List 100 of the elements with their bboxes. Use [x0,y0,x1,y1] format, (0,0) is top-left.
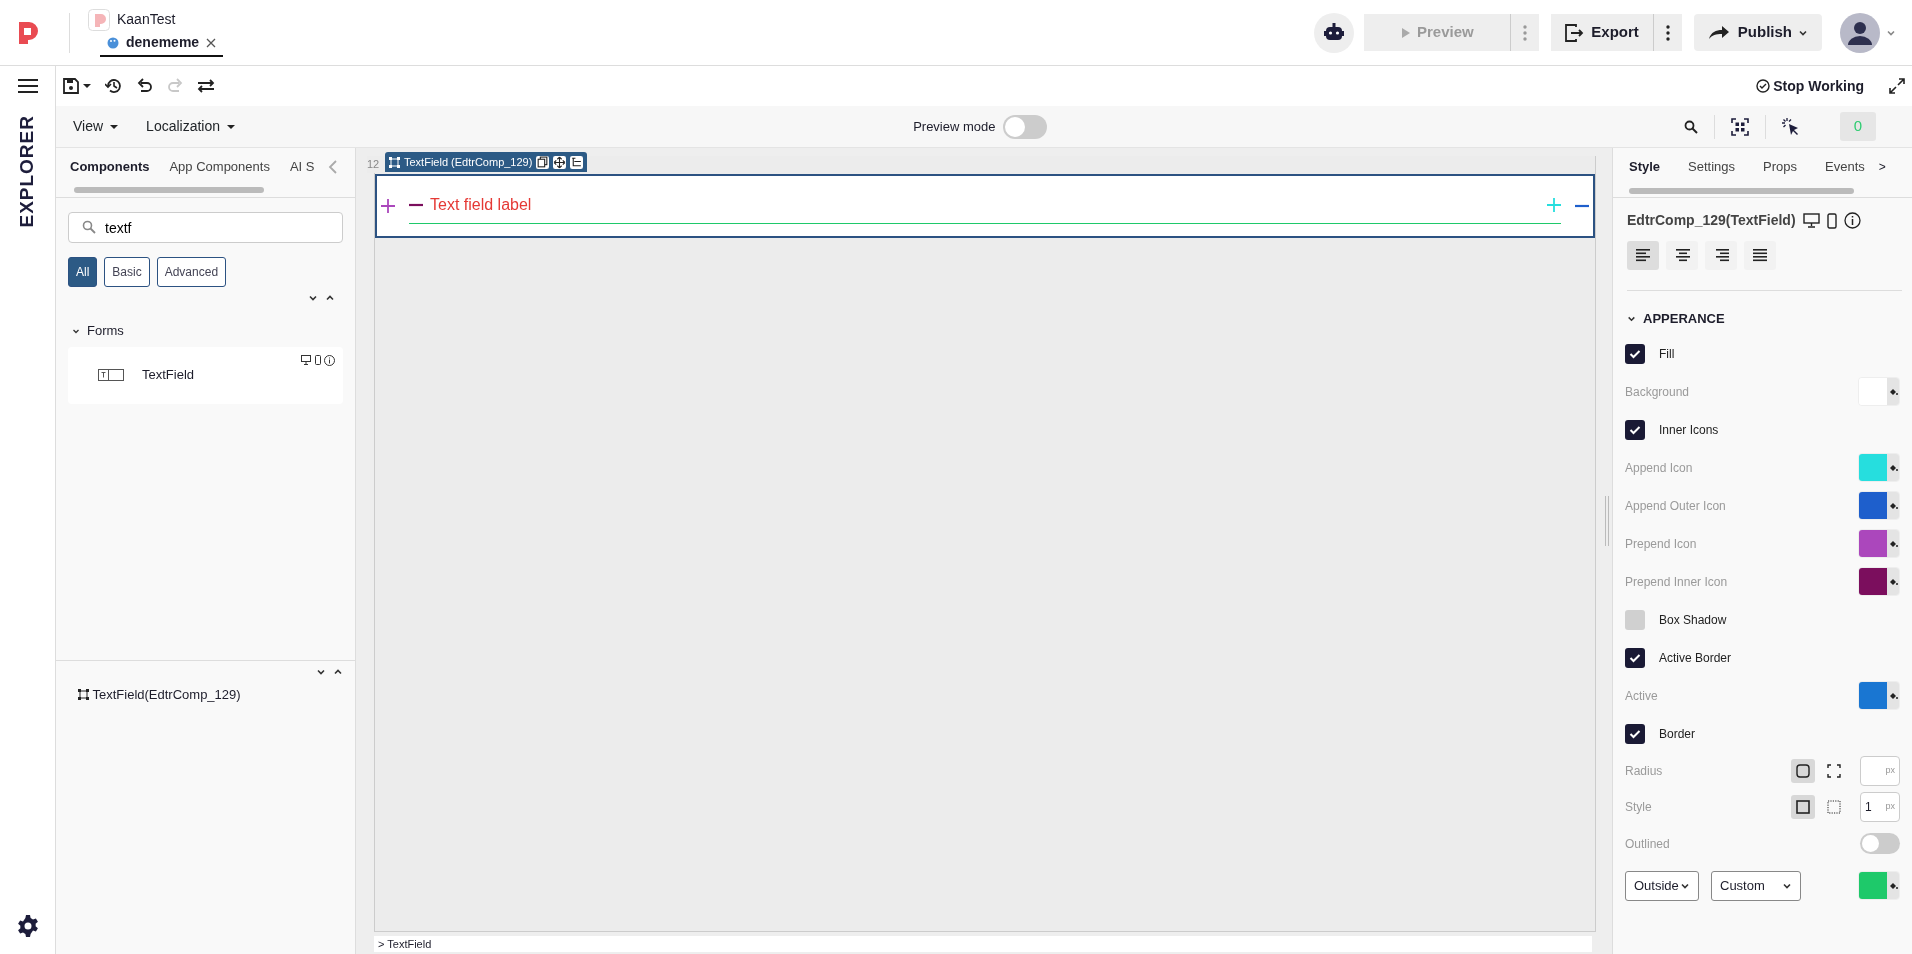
property-label: Background [1625,383,1691,401]
group-header[interactable]: Forms [72,321,343,341]
menu-button[interactable]: Localization [135,111,247,142]
checkbox[interactable] [1625,723,1645,744]
menu-button[interactable]: View [62,111,130,142]
hierarchy-icon[interactable] [570,155,584,169]
undo-icon[interactable] [136,78,153,94]
dropdown[interactable]: Outside [1625,870,1699,901]
publish-button[interactable]: Publish [1693,14,1822,51]
collapse-icon[interactable] [316,667,326,677]
tree-item[interactable]: TextField(EdtrComp_129) [78,685,355,705]
scrollbar[interactable] [1629,188,1854,194]
filter-button[interactable]: All [68,257,98,287]
item-label: TextField [142,366,195,385]
robot-icon[interactable] [1314,12,1355,53]
border-rounded-button[interactable] [1791,758,1815,783]
color-swatch[interactable] [1858,567,1900,596]
breadcrumb-path: > TextField [374,936,1592,952]
checkbox[interactable] [1625,343,1645,364]
filter-button[interactable]: Basic [104,257,150,287]
stop-working-button[interactable]: Stop Working [1754,74,1865,98]
search-icon [82,220,96,234]
checkbox[interactable] [1625,647,1645,668]
monitor-icon[interactable] [1802,213,1820,228]
align-justify-button[interactable] [1744,241,1776,270]
project-icon [88,8,110,31]
monitor-icon [301,354,311,365]
expand-up-icon[interactable] [325,293,335,303]
panel-tab[interactable]: AI S [279,157,325,177]
history-icon[interactable] [104,77,123,95]
color-swatch[interactable] [1858,453,1900,482]
panel-tab[interactable]: Props [1749,157,1812,177]
checkbox[interactable] [1625,419,1645,440]
color-swatch[interactable] [1858,681,1900,710]
scrollbar-handle[interactable] [1605,496,1609,546]
color-swatch[interactable] [1858,871,1900,900]
phone-icon[interactable] [1826,212,1837,229]
collapse-icon[interactable] [308,293,318,303]
px-input-field[interactable]: 1 px [1860,791,1900,822]
panel-tab[interactable]: App Components [159,157,280,177]
expand-icon[interactable] [1889,78,1905,94]
info-icon[interactable] [1843,212,1861,229]
file-tab[interactable]: denememe [100,30,224,57]
section-header[interactable]: APPERANCE [1627,309,1912,329]
palette-icon [107,36,119,49]
search-icon[interactable] [1683,119,1698,134]
pointer-click-icon[interactable] [1781,117,1798,136]
panel-tab[interactable]: Style [1615,157,1675,177]
color-swatch[interactable] [1858,529,1900,558]
copy-icon[interactable] [536,155,550,169]
save-icon[interactable] [63,78,79,94]
avatar-icon[interactable] [1840,12,1880,53]
property-label: Append Icon [1625,459,1694,477]
toggle-label: Preview mode [913,117,996,136]
checkbox[interactable] [1625,609,1645,630]
info-icon[interactable] [324,354,335,366]
property-label: Style [1625,798,1653,816]
color-swatch[interactable] [1858,491,1900,520]
move-icon[interactable] [553,155,567,169]
expand-up-icon[interactable] [333,667,343,677]
caret-icon [227,122,236,131]
checkbox-label: Border [1659,725,1696,743]
component-icon [389,156,400,168]
component-title: EdtrComp_129(TextField) [1627,211,1796,230]
scrollbar[interactable] [73,186,264,193]
check-icon [1629,728,1641,739]
component-item[interactable]: TextField [68,346,343,404]
filter-button[interactable]: Advanced [156,257,227,287]
chevron-icon [1627,314,1636,324]
toggle-switch[interactable] [1860,833,1900,854]
more-icon [1665,24,1670,41]
close-icon[interactable] [206,37,217,48]
panel-tab[interactable]: Components [60,157,160,177]
property-label: Append Outer Icon [1625,497,1727,515]
more-button[interactable] [1652,14,1682,51]
text-field[interactable]: Text field label [375,173,1595,238]
search-field[interactable]: textf [68,212,343,243]
preview-mode-toggle[interactable] [1002,114,1047,139]
panel-tab[interactable]: Events [1811,157,1879,177]
panel-tab[interactable]: Settings [1674,157,1750,177]
settings-icon[interactable] [15,914,40,938]
property-label: Prepend Inner Icon [1625,573,1729,591]
solid-square-icon [1795,798,1811,815]
more-tabs-button[interactable]: > [1878,158,1886,176]
swap-icon[interactable] [196,78,215,94]
align-lines-icon [1635,248,1651,263]
unit-label: px [1885,799,1895,813]
align-left-button[interactable] [1627,241,1659,270]
menu-icon[interactable] [17,78,38,94]
unit-label: px [1885,763,1895,777]
dropdown[interactable]: Custom [1711,870,1801,901]
property-label: Outlined [1625,835,1671,853]
border-solid-button[interactable] [1791,794,1815,819]
color-swatch[interactable] [1858,377,1900,406]
checkbox-label: Fill [1659,345,1675,363]
qr-scan-icon[interactable] [1730,117,1749,136]
align-center-button[interactable] [1666,241,1698,270]
checkbox-label: Inner Icons [1659,421,1719,439]
property-label: Radius [1625,762,1664,780]
align-right-button[interactable] [1705,241,1737,270]
